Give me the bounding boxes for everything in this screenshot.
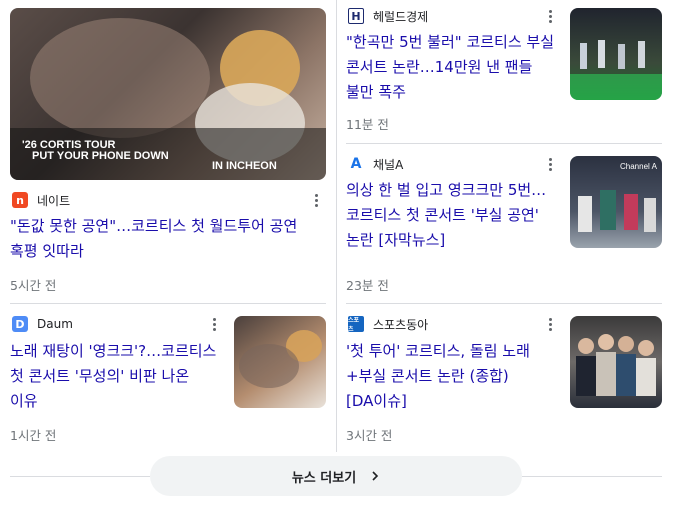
more-divider-left — [10, 476, 150, 477]
more-options-icon[interactable] — [540, 154, 560, 174]
daum-logo: D — [12, 316, 28, 332]
more-news-button[interactable]: 뉴스 더보기 — [150, 456, 522, 496]
source-name: 네이트 — [37, 193, 71, 208]
featured-source[interactable]: n 네이트 — [12, 190, 70, 210]
more-options-icon[interactable] — [540, 6, 560, 26]
source-name: 채널A — [373, 157, 404, 172]
chevron-right-icon — [372, 471, 379, 481]
thumbnail-channel-text: Channel A — [620, 162, 657, 171]
featured-thumbnail[interactable]: '26 CORTIS TOUR PUT YOUR PHONE DOWN IN I… — [10, 8, 326, 180]
more-options-icon[interactable] — [306, 190, 326, 210]
right-item-headline[interactable]: 의상 한 벌 입고 영크크만 5번… 코르티스 첫 콘서트 '부실 공연' 논란… — [346, 178, 560, 253]
source-name: Daum — [37, 317, 73, 331]
right-item-time: 23분 전 — [346, 278, 389, 293]
more-options-icon[interactable] — [204, 314, 224, 334]
source-name: 스포츠동아 — [373, 317, 429, 332]
featured-time: 5시간 전 — [10, 278, 57, 293]
right-item-headline[interactable]: '첫 투어' 코르티스, 돌림 노래+부실 콘서트 논란 (종합)[DA이슈] — [346, 339, 560, 414]
right-item-time: 11분 전 — [346, 117, 389, 132]
nate-logo: n — [12, 192, 28, 208]
right-item-source[interactable]: H 헤럴드경제 — [348, 6, 428, 26]
more-divider-right — [522, 476, 662, 477]
column-divider — [336, 0, 337, 452]
more-options-icon[interactable] — [540, 314, 560, 334]
featured-headline[interactable]: "돈값 못한 공연"…코르티스 첫 월드투어 공연 혹평 잇따라 — [10, 214, 322, 264]
left-small-time: 1시간 전 — [10, 428, 57, 443]
right-item-time: 3시간 전 — [346, 428, 393, 443]
herald-logo: H — [348, 8, 364, 24]
right-item-thumbnail[interactable]: Channel A — [570, 156, 662, 248]
concert-photo — [239, 330, 322, 388]
right-item-headline[interactable]: "한곡만 5번 불러" 코르티스 부실 콘서트 논란…14만원 낸 팬들 불만 … — [346, 30, 560, 105]
sports-donga-logo: 스포츠 — [348, 316, 364, 333]
more-news-label: 뉴스 더보기 — [291, 470, 357, 486]
concert-photo — [570, 40, 662, 100]
channel-a-logo: A — [350, 156, 362, 172]
right-item-thumbnail[interactable] — [570, 316, 662, 408]
right-item-source[interactable]: 스포츠 스포츠동아 — [348, 314, 428, 334]
left-small-headline[interactable]: 노래 재탕이 '영크크'?…코르티스 첫 콘서트 '무성의' 비판 나온 이유 — [10, 339, 220, 414]
image-caption-line: IN INCHEON — [212, 160, 277, 172]
left-small-thumbnail[interactable] — [234, 316, 326, 408]
right-item-thumbnail[interactable] — [570, 8, 662, 100]
source-name: 헤럴드경제 — [373, 9, 429, 24]
right-item-source[interactable]: A 채널A — [348, 154, 404, 174]
divider — [346, 303, 662, 304]
left-small-source[interactable]: D Daum — [12, 314, 73, 334]
divider — [10, 303, 326, 304]
divider — [346, 143, 662, 144]
group-photo — [576, 334, 656, 396]
